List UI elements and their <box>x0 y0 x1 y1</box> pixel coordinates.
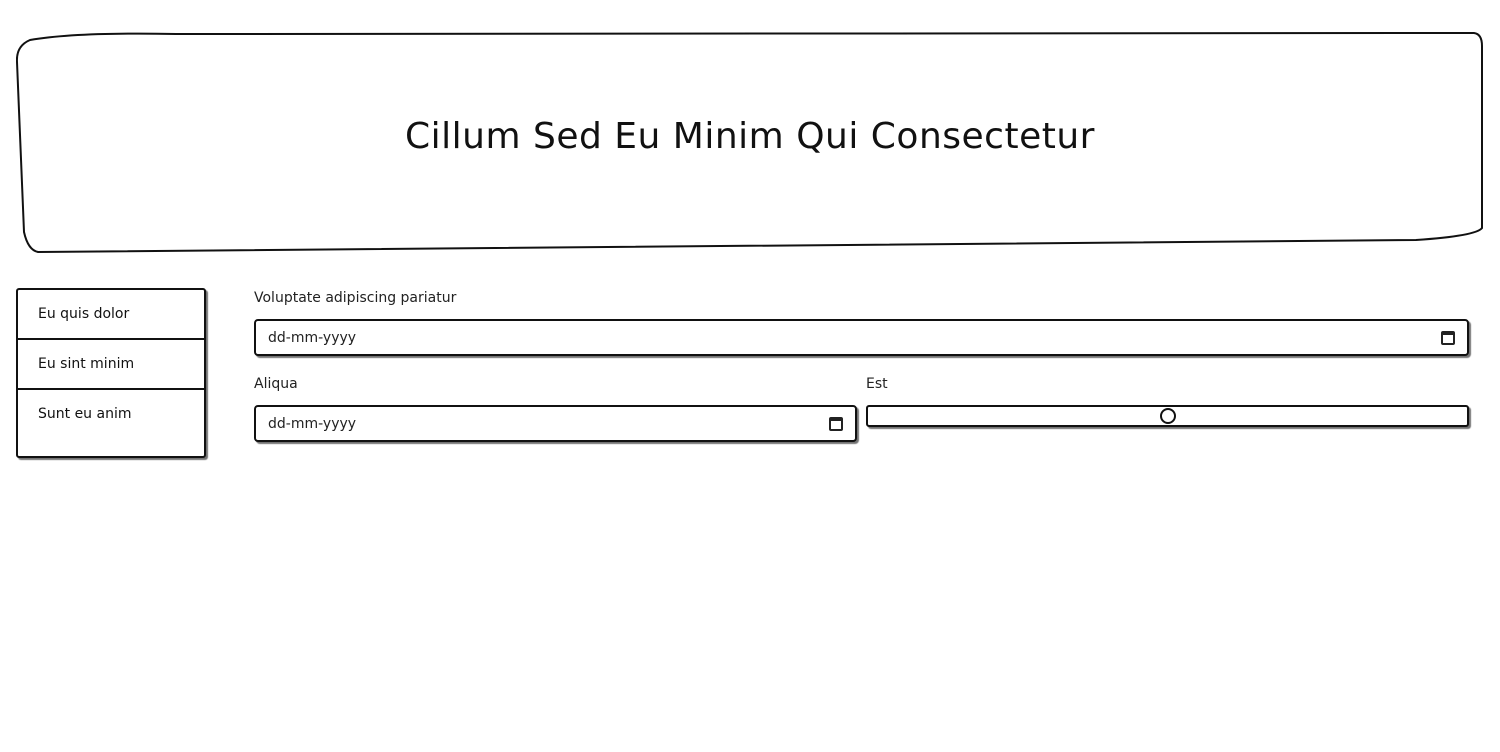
date-input-placeholder: dd-mm-yyyy <box>268 415 357 432</box>
date-input-voluptate[interactable]: dd-mm-yyyy <box>254 319 1469 356</box>
date-field-label: Aliqua <box>254 376 298 392</box>
range-field-label: Est <box>866 376 888 392</box>
header-banner: Cillum Sed Eu Minim Qui Consectetur <box>16 32 1484 254</box>
sidebar-item-label: Eu sint minim <box>38 356 135 372</box>
sidebar-item-eu-sint-minim[interactable]: Eu sint minim <box>18 340 204 390</box>
sidebar-item-label: Sunt eu anim <box>38 406 132 422</box>
calendar-icon[interactable] <box>1441 330 1455 345</box>
calendar-icon[interactable] <box>829 416 843 431</box>
range-slider-thumb[interactable] <box>1160 408 1176 424</box>
sidebar-nav: Eu quis dolor Eu sint minim Sunt eu anim <box>16 288 206 458</box>
date-input-placeholder: dd-mm-yyyy <box>268 329 357 346</box>
date-field-label: Voluptate adipiscing pariatur <box>254 290 457 306</box>
page: Cillum Sed Eu Minim Qui Consectetur Eu q… <box>0 0 1500 752</box>
date-input-aliqua[interactable]: dd-mm-yyyy <box>254 405 857 442</box>
sidebar-item-sunt-eu-anim[interactable]: Sunt eu anim <box>18 390 204 456</box>
range-slider-est[interactable] <box>866 405 1469 427</box>
sidebar-item-label: Eu quis dolor <box>38 306 130 322</box>
page-title: Cillum Sed Eu Minim Qui Consectetur <box>405 116 1095 157</box>
sidebar-item-eu-quis-dolor[interactable]: Eu quis dolor <box>18 290 204 340</box>
